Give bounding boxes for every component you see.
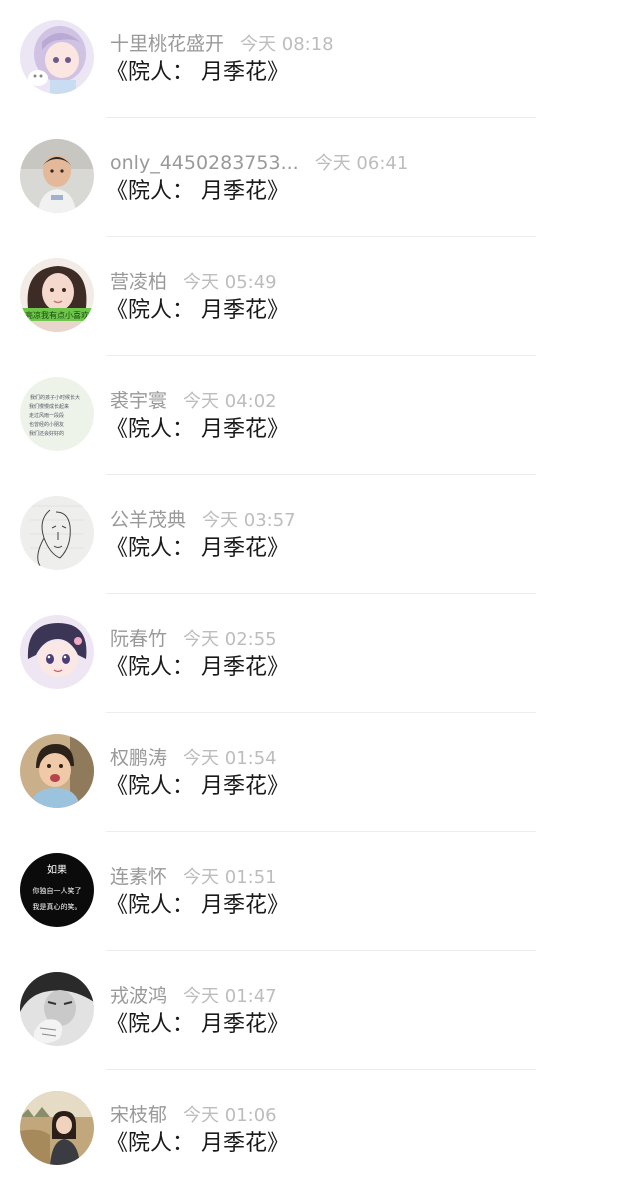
username[interactable]: 十里桃花盛开 [110,33,224,55]
text-quote-avatar[interactable]: 如果 你独自一人笑了 我是真心的笑。 [20,853,94,927]
username[interactable]: 阮春竹 [110,628,167,650]
comment-text: 《院人： 月季花》 [106,655,289,680]
timestamp: 今天 01:06 [183,1105,277,1126]
anime-character-avatar[interactable] [20,615,94,689]
comment-meta: 阮春竹 今天 02:55 [110,626,277,652]
comment-meta: only_4450283753... 今天 06:41 [110,150,408,176]
username[interactable]: 裘宇寰 [110,390,167,412]
girl-photo-avatar[interactable]: 亮凉我有点小喜欢 [20,258,94,332]
timestamp: 今天 04:02 [183,391,277,412]
quote-line: 我是真心的笑。 [33,902,82,911]
divider [106,593,536,594]
timestamp: 今天 05:49 [183,272,277,293]
comment-meta: 权鹏涛 今天 01:54 [110,745,277,771]
comment-list: 十里桃花盛开 今天 08:18 《院人： 月季花》 only_4450283753… [0,0,640,1180]
note-line: 我们还会好好的 [29,430,64,437]
note-line: 走过风雨一段段 [29,412,64,419]
monochrome-portrait-avatar[interactable] [20,972,94,1046]
comment-item[interactable]: 戎波鸿 今天 01:47 《院人： 月季花》 [0,952,640,1071]
timestamp: 今天 01:47 [183,986,277,1007]
username[interactable]: 宋枝郁 [110,1104,167,1126]
username[interactable]: 连素怀 [110,866,167,888]
anime-girl-avatar[interactable] [20,20,94,94]
comment-text: 《院人： 月季花》 [106,417,289,442]
divider [106,831,536,832]
comment-item[interactable]: 亮凉我有点小喜欢 营凌柏 今天 05:49 《院人： 月季花》 [0,238,640,357]
note-line: 也曾经的小朋友 [29,421,64,428]
comment-item[interactable]: 公羊茂典 今天 03:57 《院人： 月季花》 [0,476,640,595]
comment-item[interactable]: 宋枝郁 今天 01:06 《院人： 月季花》 [0,1071,640,1180]
handwriting-note-avatar[interactable]: 我们的孩子小时候长大 我们慢慢成长起来 走过风雨一段段 也曾经的小朋友 我们还会… [20,377,94,451]
comment-meta: 裘宇寰 今天 04:02 [110,388,277,414]
quote-title: 如果 [47,863,67,876]
note-line: 我们慢慢成长起来 [29,403,69,410]
comment-meta: 十里桃花盛开 今天 08:18 [110,31,334,57]
comment-text: 《院人： 月季花》 [106,774,289,799]
timestamp: 今天 02:55 [183,629,277,650]
comment-meta: 戎波鸿 今天 01:47 [110,983,277,1009]
username[interactable]: 营凌柏 [110,271,167,293]
timestamp: 今天 08:18 [240,34,334,55]
username[interactable]: 公羊茂典 [110,509,186,531]
comment-text: 《院人： 月季花》 [106,179,289,204]
divider [106,1069,536,1070]
note-line: 我们的孩子小时候长大 [30,394,80,401]
timestamp: 今天 03:57 [202,510,296,531]
outdoor-photo-avatar[interactable] [20,1091,94,1165]
comment-item[interactable]: 如果 你独自一人笑了 我是真心的笑。 连素怀 今天 01:51 《院人： 月季花》 [0,833,640,952]
comment-meta: 公羊茂典 今天 03:57 [110,507,296,533]
comment-item[interactable]: 阮春竹 今天 02:55 《院人： 月季花》 [0,595,640,714]
comment-text: 《院人： 月季花》 [106,536,289,561]
comment-meta: 营凌柏 今天 05:49 [110,269,277,295]
divider [106,355,536,356]
comment-text: 《院人： 月季花》 [106,893,289,918]
divider [106,474,536,475]
comment-item[interactable]: 十里桃花盛开 今天 08:18 《院人： 月季花》 [0,0,640,119]
comment-meta: 宋枝郁 今天 01:06 [110,1102,277,1128]
boy-photo-avatar[interactable] [20,139,94,213]
child-photo-avatar[interactable] [20,734,94,808]
divider [106,117,536,118]
timestamp: 今天 06:41 [314,153,409,174]
divider [106,950,536,951]
username[interactable]: 戎波鸿 [110,985,167,1007]
username[interactable]: 权鹏涛 [110,747,167,769]
username[interactable]: only_4450283753... [110,152,299,174]
timestamp: 今天 01:54 [183,748,277,769]
comment-text: 《院人： 月季花》 [106,298,289,323]
comment-text: 《院人： 月季花》 [106,1012,289,1037]
divider [106,236,536,237]
line-sketch-avatar[interactable] [20,496,94,570]
comment-item[interactable]: 权鹏涛 今天 01:54 《院人： 月季花》 [0,714,640,833]
comment-text: 《院人： 月季花》 [106,60,289,85]
comment-meta: 连素怀 今天 01:51 [110,864,277,890]
divider [106,712,536,713]
timestamp: 今天 01:51 [183,867,277,888]
comment-item[interactable]: 我们的孩子小时候长大 我们慢慢成长起来 走过风雨一段段 也曾经的小朋友 我们还会… [0,357,640,476]
quote-line: 你独自一人笑了 [33,886,82,895]
banner-text: 亮凉我有点小喜欢 [25,310,89,320]
comment-text: 《院人： 月季花》 [106,1131,289,1156]
comment-item[interactable]: only_4450283753... 今天 06:41 《院人： 月季花》 [0,119,640,238]
